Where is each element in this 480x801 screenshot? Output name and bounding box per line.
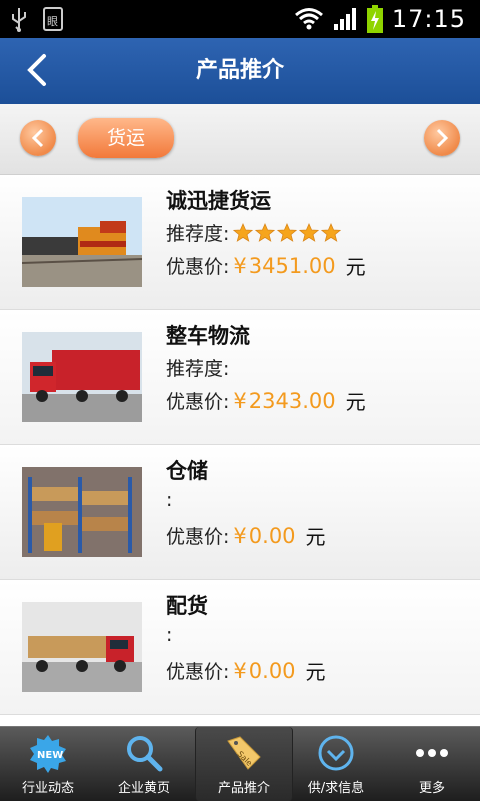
tab-more[interactable]: 更多 — [384, 727, 480, 801]
price-label: 优惠价: — [166, 661, 230, 683]
usb-icon — [12, 8, 26, 32]
chevron-left-icon — [31, 128, 44, 148]
price-unit: 元 — [345, 255, 366, 279]
svg-text:眼: 眼 — [47, 15, 58, 28]
star-icon — [321, 222, 342, 242]
tab-label: 更多 — [418, 781, 445, 796]
product-item[interactable]: 整车物流 推荐度: 优惠价: ¥ 2343.00 元 — [0, 310, 480, 445]
star-icon — [255, 222, 276, 242]
new-badge-icon: NEW — [30, 735, 66, 773]
tab-industry-news[interactable]: NEW 行业动态 — [0, 727, 96, 801]
star-icon — [233, 222, 254, 242]
star-icon — [277, 222, 298, 242]
price-row: 优惠价: ¥ 3451.00 元 — [166, 251, 366, 280]
bottom-tab-bar: NEW 行业动态 企业黄页 Sale 产品推介 供/求信息 更多 — [0, 726, 480, 801]
wifi-icon — [294, 8, 323, 30]
rating-label: 推荐度: — [166, 223, 230, 245]
tab-supply-demand[interactable]: 供/求信息 — [288, 727, 384, 801]
price-label: 优惠价: — [166, 391, 230, 413]
svg-text:NEW: NEW — [37, 750, 63, 761]
chevron-right-icon — [436, 128, 449, 148]
price-unit: 元 — [305, 525, 326, 549]
rating-row: : — [166, 624, 172, 646]
status-bar: 眼 17:15 — [0, 0, 480, 38]
sale-tag-icon: Sale — [227, 736, 261, 770]
product-name: 仓储 — [166, 459, 208, 483]
product-list: 诚迅捷货运 推荐度: 优惠价: ¥ 3451.00 元 整车物流 推荐度: 优惠… — [0, 175, 480, 715]
truck-image — [22, 332, 142, 422]
price-value: 0.00 — [248, 658, 296, 683]
price-value: 3451.00 — [248, 253, 336, 278]
clock-icon — [318, 735, 354, 771]
page-title: 产品推介 — [195, 58, 284, 83]
category-bar: 货运 — [0, 104, 480, 175]
signal-icon — [333, 8, 356, 30]
price-unit: 元 — [305, 660, 326, 684]
warehouse-image — [22, 467, 142, 557]
battery-charging-icon — [366, 5, 383, 33]
price-row: 优惠价: ¥ 0.00 元 — [166, 656, 326, 685]
product-name: 整车物流 — [166, 324, 250, 348]
price-row: 优惠价: ¥ 2343.00 元 — [166, 386, 366, 415]
tab-label: 供/求信息 — [307, 781, 365, 796]
sim-icon: 眼 — [43, 7, 63, 31]
clock-time: 17:15 — [391, 5, 466, 33]
currency-symbol: ¥ — [233, 523, 247, 548]
rating-label: : — [166, 624, 173, 646]
rating-label: 推荐度: — [166, 358, 230, 380]
currency-symbol: ¥ — [233, 253, 247, 278]
price-label: 优惠价: — [166, 256, 230, 278]
category-tab-selected[interactable]: 货运 — [78, 118, 174, 158]
tab-label: 企业黄页 — [117, 781, 170, 796]
product-item[interactable]: 仓储 : 优惠价: ¥ 0.00 元 — [0, 445, 480, 580]
star-icon — [299, 222, 320, 242]
rating-label: : — [166, 489, 173, 511]
rating-row: 推荐度: — [166, 354, 229, 381]
product-name: 诚迅捷货运 — [166, 189, 271, 213]
tab-label: 产品推介 — [217, 781, 270, 796]
price-label: 优惠价: — [166, 526, 230, 548]
price-unit: 元 — [345, 390, 366, 414]
rating-row: 推荐度: — [166, 219, 342, 246]
price-row: 优惠价: ¥ 0.00 元 — [166, 521, 326, 550]
currency-symbol: ¥ — [233, 658, 247, 683]
tab-label: 行业动态 — [21, 781, 74, 796]
product-item[interactable]: 诚迅捷货运 推荐度: 优惠价: ¥ 3451.00 元 — [0, 175, 480, 310]
app-header: 产品推介 — [0, 38, 480, 104]
more-dots-icon — [416, 749, 448, 757]
train-image — [22, 197, 142, 287]
next-category-button[interactable] — [424, 120, 460, 156]
product-name: 配货 — [166, 594, 208, 618]
tab-business-directory[interactable]: 企业黄页 — [96, 727, 192, 801]
price-value: 0.00 — [248, 523, 296, 548]
search-icon — [127, 736, 163, 772]
tab-product-promo[interactable]: Sale 产品推介 — [195, 727, 293, 801]
rating-row: : — [166, 489, 172, 511]
prev-category-button[interactable] — [20, 120, 56, 156]
currency-symbol: ¥ — [233, 388, 247, 413]
price-value: 2343.00 — [248, 388, 336, 413]
cargo-truck-image — [22, 602, 142, 692]
product-item[interactable]: 配货 : 优惠价: ¥ 0.00 元 — [0, 580, 480, 715]
rating-stars — [233, 222, 342, 243]
